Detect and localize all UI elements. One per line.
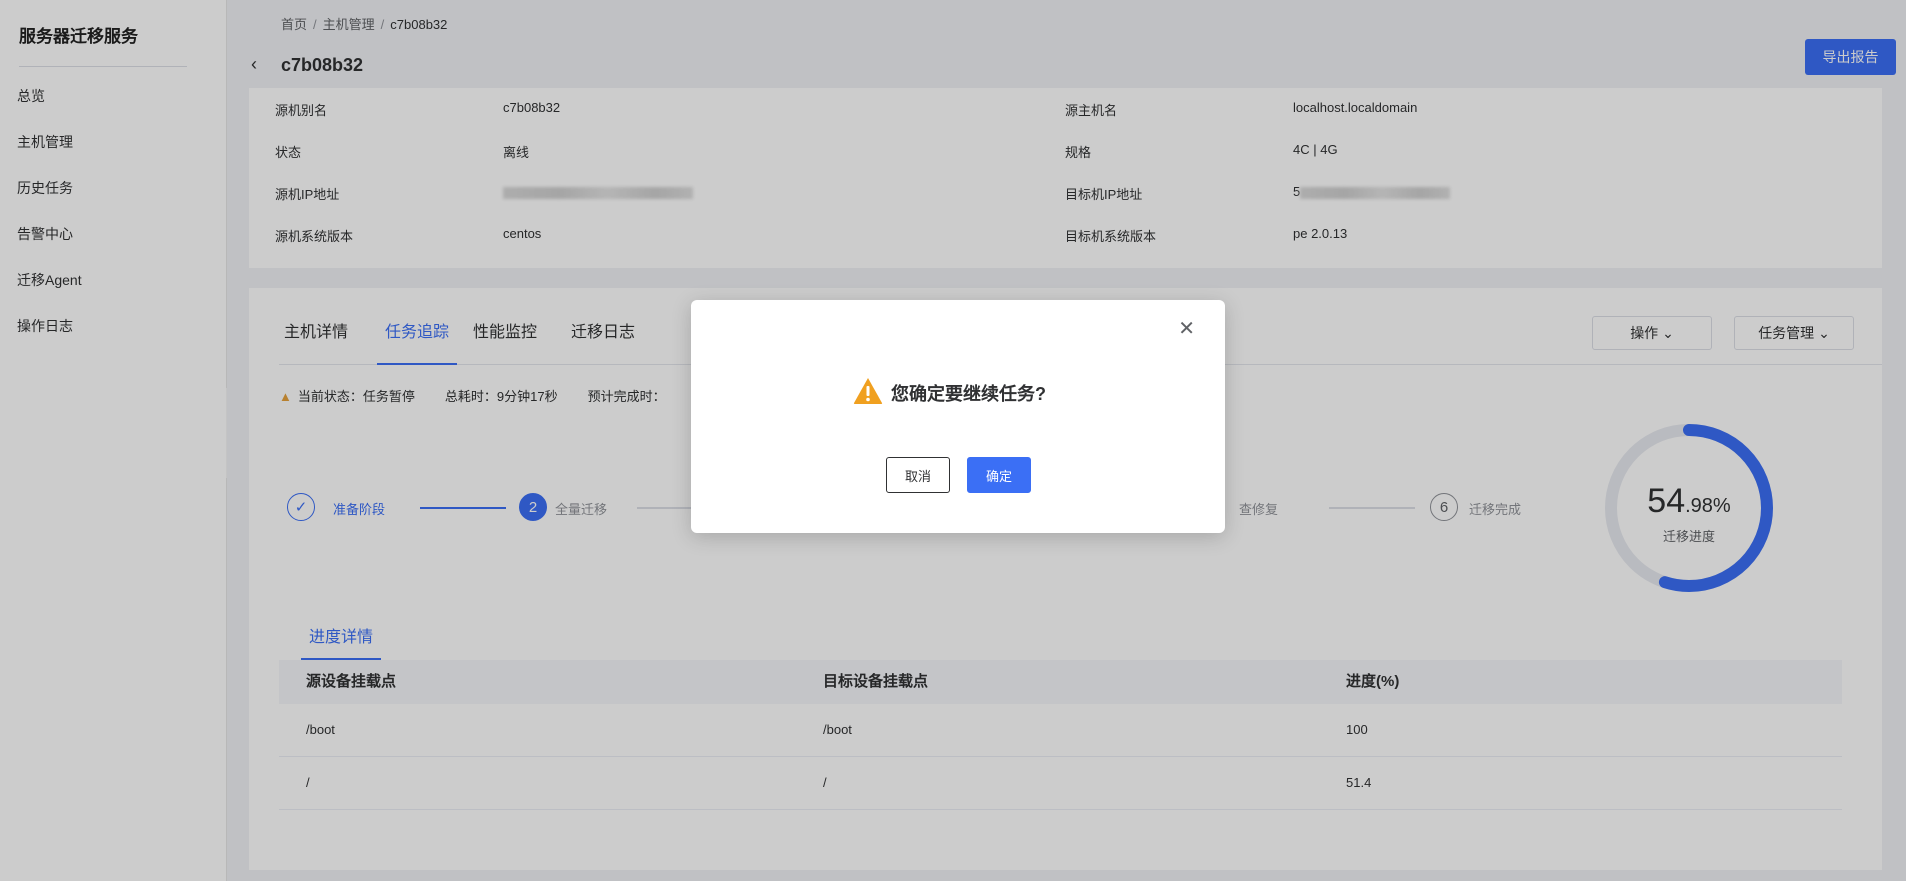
warning-icon xyxy=(853,378,883,404)
cancel-button[interactable]: 取消 xyxy=(886,457,950,493)
close-icon[interactable]: ✕ xyxy=(1178,316,1195,341)
confirm-button[interactable]: 确定 xyxy=(967,457,1031,493)
confirm-dialog: ✕ 您确定要继续任务? 取消 确定 xyxy=(691,300,1225,533)
